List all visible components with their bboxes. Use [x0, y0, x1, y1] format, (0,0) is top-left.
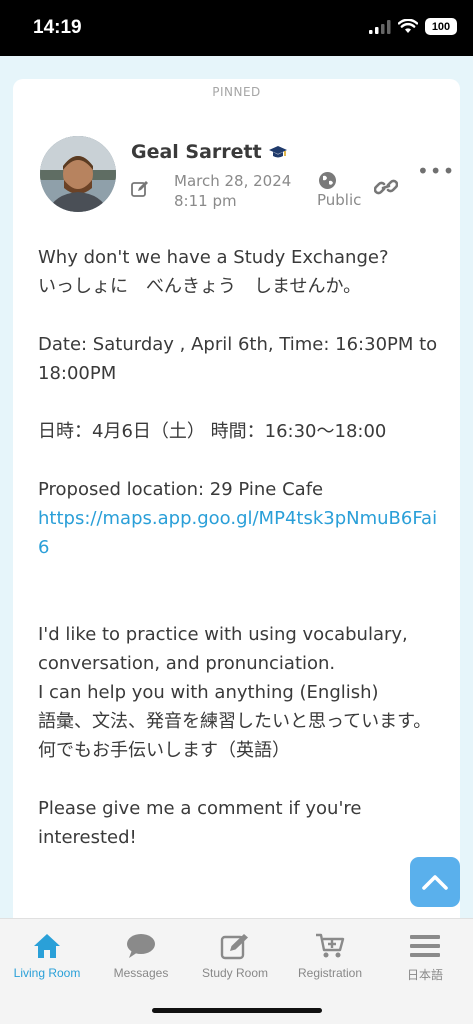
tab-study-room[interactable]: Study Room: [188, 929, 282, 980]
battery-indicator: 100: [425, 18, 457, 35]
post-card: PINNED Geal Sarrett March 28, 2024 8:11 …: [13, 79, 460, 918]
tab-label: 日本語: [406, 968, 443, 982]
post-line: I'd like to practice with using vocabula…: [38, 624, 408, 674]
globe-icon: [319, 172, 336, 189]
cart-add-icon: [316, 933, 345, 958]
more-options-icon[interactable]: •••: [417, 159, 455, 183]
post-time: 8:11 pm: [174, 192, 237, 210]
visibility-label: Public: [317, 191, 362, 209]
post-line: 日時：4月6日（土） 時間：16:30〜18:00: [38, 421, 387, 442]
tab-registration[interactable]: Registration: [283, 929, 377, 980]
pinned-label: PINNED: [212, 85, 261, 99]
tab-living-room[interactable]: Living Room: [0, 929, 94, 980]
post-line: いっしょに べんきょう しませんか。: [38, 276, 362, 297]
post-line: Why don't we have a Study Exchange?: [38, 247, 389, 268]
map-link[interactable]: https://maps.app.goo.gl/MP4tsk3pNmuB6Fai…: [38, 504, 438, 562]
tab-label: Living Room: [13, 966, 81, 980]
tab-label: Registration: [297, 966, 363, 980]
home-indicator: [152, 1008, 322, 1013]
post-line: 何でもお手伝いします（英語）: [38, 740, 290, 761]
post-line: Please give me a comment if you're inter…: [38, 798, 362, 848]
status-icons: 100: [369, 18, 457, 35]
author-name-row: Geal Sarrett: [131, 141, 288, 163]
post-date: March 28, 2024: [174, 172, 292, 190]
chat-bubble-icon: [127, 934, 155, 958]
signal-icon: [369, 19, 391, 34]
home-icon: [34, 934, 60, 958]
edit-icon[interactable]: [130, 179, 150, 199]
post-line: I can help you with anything (English): [38, 682, 379, 703]
wifi-icon: [398, 19, 418, 33]
author-name[interactable]: Geal Sarrett: [131, 141, 262, 163]
feed[interactable]: PINNED Geal Sarrett March 28, 2024 8:11 …: [0, 56, 473, 918]
post-line: Date: Saturday , April 6th, Time: 16:30P…: [38, 334, 438, 384]
status-bar: 14:19 100: [0, 0, 473, 56]
tab-messages[interactable]: Messages: [94, 929, 188, 980]
post-line: Proposed location: 29 Pine Cafe: [38, 479, 324, 500]
graduation-cap-icon: [268, 146, 287, 158]
post-datetime: March 28, 2024 8:11 pm: [174, 171, 291, 211]
menu-icon: [410, 935, 440, 957]
link-icon[interactable]: [374, 177, 398, 197]
tab-label: Messages: [113, 966, 169, 980]
tab-label: Study Room: [201, 966, 269, 980]
post-line: 語彙、文法、発音を練習したいと思っています。: [38, 711, 432, 732]
edit-note-icon: [220, 934, 248, 960]
scroll-to-top-button[interactable]: [410, 857, 460, 907]
tab-japanese[interactable]: 日本語: [378, 929, 472, 983]
post-body: Why don't we have a Study Exchange? いっしょ…: [38, 243, 438, 852]
author-avatar[interactable]: [40, 136, 116, 212]
status-time: 14:19: [33, 17, 82, 38]
chevron-up-icon: [422, 875, 448, 890]
